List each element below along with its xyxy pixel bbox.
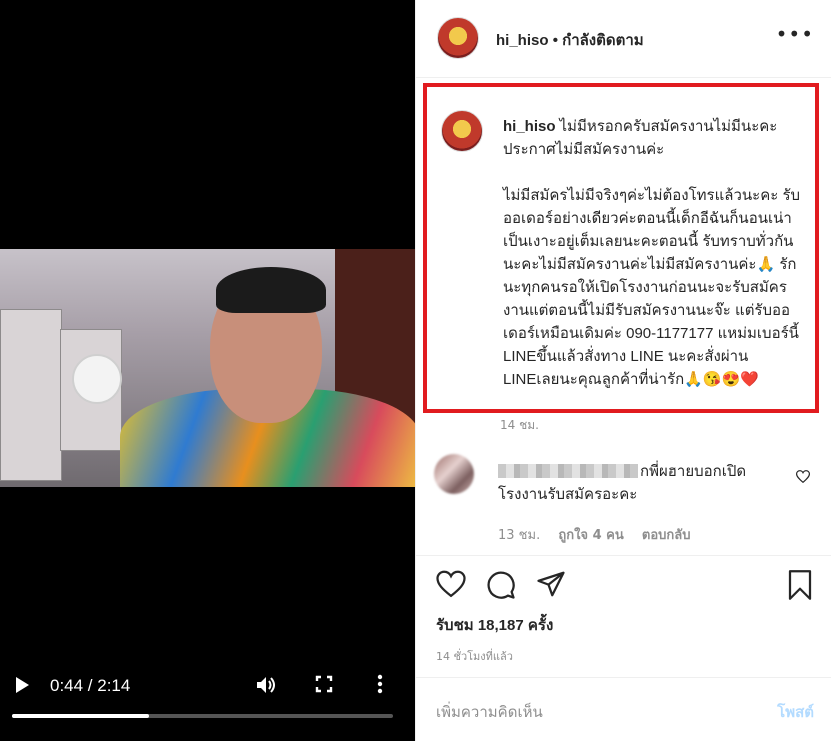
- heart-icon[interactable]: [436, 570, 470, 604]
- bookmark-icon[interactable]: [786, 570, 820, 604]
- heart-icon[interactable]: [795, 470, 811, 487]
- comment-likes[interactable]: ถูกใจ 4 คน: [558, 528, 623, 543]
- video-progress-fill: [12, 714, 150, 718]
- comment-time: 13 ชม.: [498, 528, 541, 543]
- reply-button[interactable]: ตอบกลับ: [642, 528, 691, 543]
- share-icon[interactable]: [536, 570, 570, 604]
- video-frame[interactable]: [0, 249, 415, 487]
- comment-text: กพี่ผฮายบอกเปิด โรงงานรับสมัครอะคะ: [498, 463, 747, 503]
- caption-text: ไม่มีหรอกครับสมัครงานไม่มีนะคะ ประกาศไม่…: [503, 118, 801, 388]
- following-status[interactable]: • กำลังติดตาม: [553, 32, 644, 49]
- comment-input[interactable]: เพิ่มความคิดเห็น: [436, 700, 543, 724]
- more-vertical-icon[interactable]: [377, 674, 383, 699]
- caption-highlight-box: hi_hiso ไม่มีหรอกครับสมัครงานไม่มีนะคะ ปร…: [423, 83, 819, 413]
- caption-avatar[interactable]: [441, 110, 483, 152]
- caption-username[interactable]: hi_hiso: [503, 118, 556, 135]
- post-time[interactable]: 14 ชั่วโมงที่แล้ว: [436, 647, 513, 665]
- view-count[interactable]: รับชม 18,187 ครั้ง: [436, 613, 553, 637]
- header-username[interactable]: hi_hiso: [496, 32, 549, 49]
- fullscreen-icon[interactable]: [315, 675, 333, 698]
- person-hair: [216, 267, 326, 313]
- caption-time: 14 ชม.: [500, 418, 539, 432]
- post-sidebar: hi_hiso • กำลังติดตาม ••• hi_hiso ไม่มีหร…: [415, 0, 831, 741]
- play-icon[interactable]: [14, 676, 30, 699]
- header-user: hi_hiso • กำลังติดตาม: [496, 28, 644, 52]
- avatar[interactable]: [437, 17, 479, 59]
- caption: hi_hiso ไม่มีหรอกครับสมัครงานไม่มีนะคะ ปร…: [503, 115, 803, 391]
- comment-icon[interactable]: [486, 570, 520, 604]
- fan-image: [72, 354, 122, 404]
- storage-shelf: [0, 309, 62, 481]
- video-time: 0:44 / 2:14: [50, 676, 131, 695]
- post-actions: รับชม 18,187 ครั้ง 14 ชั่วโมงที่แล้ว: [416, 555, 831, 686]
- video-controls: 0:44 / 2:14: [0, 662, 415, 741]
- more-options-icon[interactable]: •••: [776, 22, 814, 46]
- add-comment-bar: เพิ่มความคิดเห็น โพสต์: [416, 677, 831, 742]
- comment-avatar-blurred[interactable]: [434, 454, 474, 494]
- video-player[interactable]: 0:44 / 2:14: [0, 0, 415, 741]
- comment-item: กพี่ผฮายบอกเปิด โรงงานรับสมัครอะคะ 13 ชม…: [434, 452, 819, 552]
- volume-icon[interactable]: [255, 675, 277, 700]
- comment-meta: 13 ชม. ถูกใจ 4 คน ตอบกลับ: [498, 524, 704, 545]
- post-button[interactable]: โพสต์: [777, 700, 814, 724]
- video-progress-bar[interactable]: [12, 714, 393, 718]
- post-header: hi_hiso • กำลังติดตาม •••: [416, 0, 831, 78]
